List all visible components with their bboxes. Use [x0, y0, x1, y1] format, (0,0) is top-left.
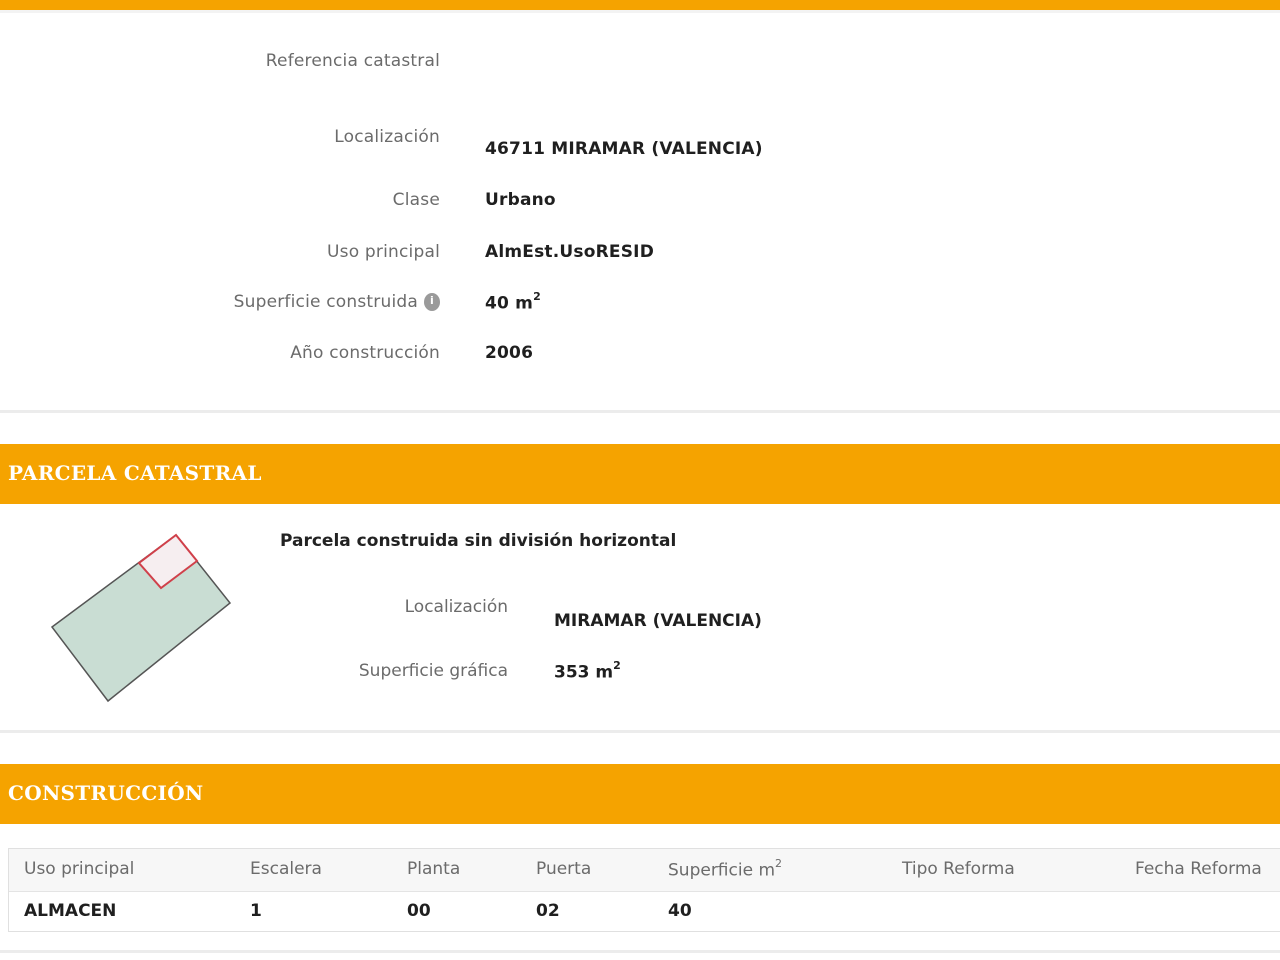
top-accent-bar — [0, 0, 1280, 10]
table-header-row — [9, 849, 1280, 892]
column-header-superficie-exponent: 2 — [775, 857, 783, 870]
superficie-grafica-value: 353 m2 — [554, 659, 621, 683]
superficie-construida-number: 40 m — [485, 293, 534, 314]
anio-construccion-label: Año construcción — [290, 343, 440, 363]
parcela-heading: Parcela construida sin división horizont… — [280, 531, 677, 551]
column-header-superficie: Superficie m2 — [668, 857, 783, 881]
uso-principal-label: Uso principal — [327, 242, 440, 262]
uso-principal-value: AlmEst.UsoRESID — [485, 242, 654, 262]
clase-label: Clase — [392, 190, 440, 210]
cell-planta: 00 — [407, 901, 431, 921]
superficie-grafica-number: 353 m — [554, 662, 614, 683]
localizacion-value: 46711 MIRAMAR (VALENCIA) — [485, 139, 763, 159]
column-header-fecha-reforma: Fecha Reforma — [1135, 859, 1262, 879]
ref-catastral-label: Referencia catastral — [265, 51, 440, 71]
column-header-puerta: Puerta — [536, 859, 592, 879]
superficie-construida-label: Superficie construida — [233, 292, 418, 312]
construccion-section-header: CONSTRUCCIÓN — [0, 764, 1280, 824]
column-header-planta: Planta — [407, 859, 461, 879]
construccion-table: Uso principal Escalera Planta Puerta Sup… — [8, 848, 1280, 932]
superficie-grafica-label: Superficie gráfica — [358, 661, 508, 681]
superficie-construida-label-row: Superficie construida i — [0, 292, 440, 312]
section-divider — [0, 730, 1280, 733]
clase-value: Urbano — [485, 190, 556, 210]
column-header-tipo-reforma: Tipo Reforma — [902, 859, 1015, 879]
parcel-plan-icon — [50, 533, 232, 703]
section-divider — [0, 950, 1280, 953]
cell-uso: ALMACEN — [24, 901, 117, 921]
parcela-localizacion-value: MIRAMAR (VALENCIA) — [554, 611, 762, 631]
cell-escalera: 1 — [250, 901, 262, 921]
column-header-superficie-label: Superficie m — [668, 860, 776, 881]
cell-puerta: 02 — [536, 901, 560, 921]
localizacion-label: Localización — [334, 127, 440, 147]
anio-construccion-value: 2006 — [485, 343, 534, 363]
parcela-section-title: PARCELA CATASTRAL — [8, 461, 262, 485]
column-header-escalera: Escalera — [250, 859, 322, 879]
parcela-localizacion-label: Localización — [404, 597, 508, 617]
superficie-construida-exponent: 2 — [533, 290, 541, 303]
superficie-grafica-exponent: 2 — [613, 659, 621, 672]
info-icon[interactable]: i — [424, 293, 440, 311]
superficie-construida-value: 40 m2 — [485, 290, 541, 314]
top-bar-shadow — [0, 10, 1280, 13]
parcela-section-header: PARCELA CATASTRAL — [0, 444, 1280, 504]
construccion-section-title: CONSTRUCCIÓN — [8, 781, 204, 805]
section-divider — [0, 410, 1280, 413]
cell-superficie: 40 — [668, 901, 692, 921]
column-header-uso: Uso principal — [24, 859, 135, 879]
